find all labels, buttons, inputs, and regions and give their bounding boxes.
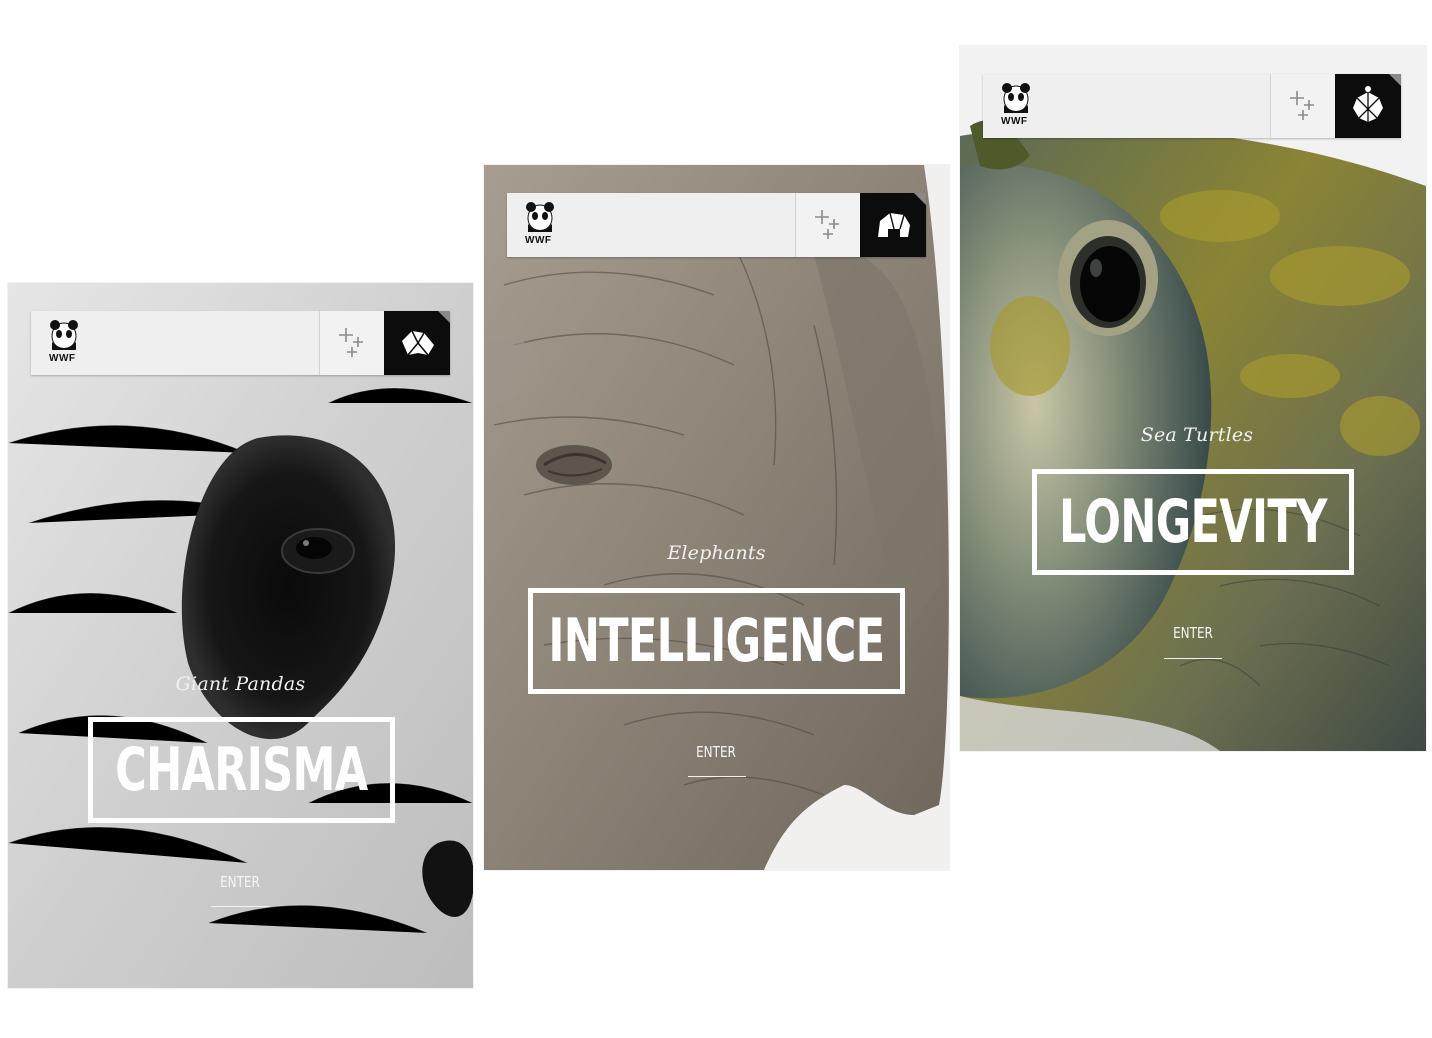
card-giant-pandas[interactable]: WWF Giant Pandas CHARISMA ENTER xyxy=(8,283,473,988)
animal-name: Sea Turtles xyxy=(1140,424,1254,446)
plus-button[interactable] xyxy=(1270,74,1335,138)
wwf-logo[interactable]: WWF xyxy=(47,320,81,368)
card-elephants[interactable]: WWF Elephants INTELLIGENCE ENTER xyxy=(484,165,949,870)
wwf-panda-logo-icon xyxy=(50,320,78,350)
enter-underline xyxy=(688,776,746,777)
top-bar: WWF xyxy=(507,193,926,257)
top-bar: WWF xyxy=(31,311,450,375)
animal-menu-button[interactable] xyxy=(384,311,450,375)
trait-title: LONGEVITY xyxy=(1059,487,1327,557)
corner-fold xyxy=(914,193,926,205)
animal-menu-button[interactable] xyxy=(1335,74,1401,138)
plus-button[interactable] xyxy=(795,193,860,257)
wwf-panda-logo-icon xyxy=(526,202,554,232)
enter-link[interactable]: ENTER xyxy=(692,743,740,761)
plus-button[interactable] xyxy=(319,311,384,375)
corner-fold xyxy=(438,311,450,323)
animal-name: Giant Pandas xyxy=(175,673,306,695)
enter-underline xyxy=(1164,658,1222,659)
enter-link[interactable]: ENTER xyxy=(1169,624,1217,642)
wwf-logo-text: WWF xyxy=(1001,116,1028,127)
card-sea-turtles[interactable]: WWF Sea Turtles LONGEVITY ENTER xyxy=(960,46,1426,751)
animal-menu-button[interactable] xyxy=(860,193,926,257)
trait-box: INTELLIGENCE xyxy=(528,588,905,694)
plus-cluster-icon xyxy=(815,210,839,239)
corner-fold xyxy=(1389,74,1401,86)
plus-cluster-icon xyxy=(1290,91,1314,120)
enter-underline xyxy=(211,906,269,907)
animal-name: Elephants xyxy=(667,542,766,564)
plus-cluster-icon xyxy=(339,328,363,357)
top-bar: WWF xyxy=(983,74,1401,138)
wwf-logo-text: WWF xyxy=(49,353,76,364)
trait-box: CHARISMA xyxy=(88,717,395,823)
trait-title: INTELLIGENCE xyxy=(548,606,885,676)
turtle-photo xyxy=(960,46,1426,751)
wwf-logo[interactable]: WWF xyxy=(523,202,557,250)
wwf-logo-text: WWF xyxy=(525,235,552,246)
trait-box: LONGEVITY xyxy=(1032,469,1354,575)
wwf-logo[interactable]: WWF xyxy=(999,83,1033,131)
elephant-photo xyxy=(484,165,949,870)
trait-title: CHARISMA xyxy=(115,735,368,805)
enter-link[interactable]: ENTER xyxy=(216,873,264,891)
wwf-panda-logo-icon xyxy=(1002,83,1030,113)
